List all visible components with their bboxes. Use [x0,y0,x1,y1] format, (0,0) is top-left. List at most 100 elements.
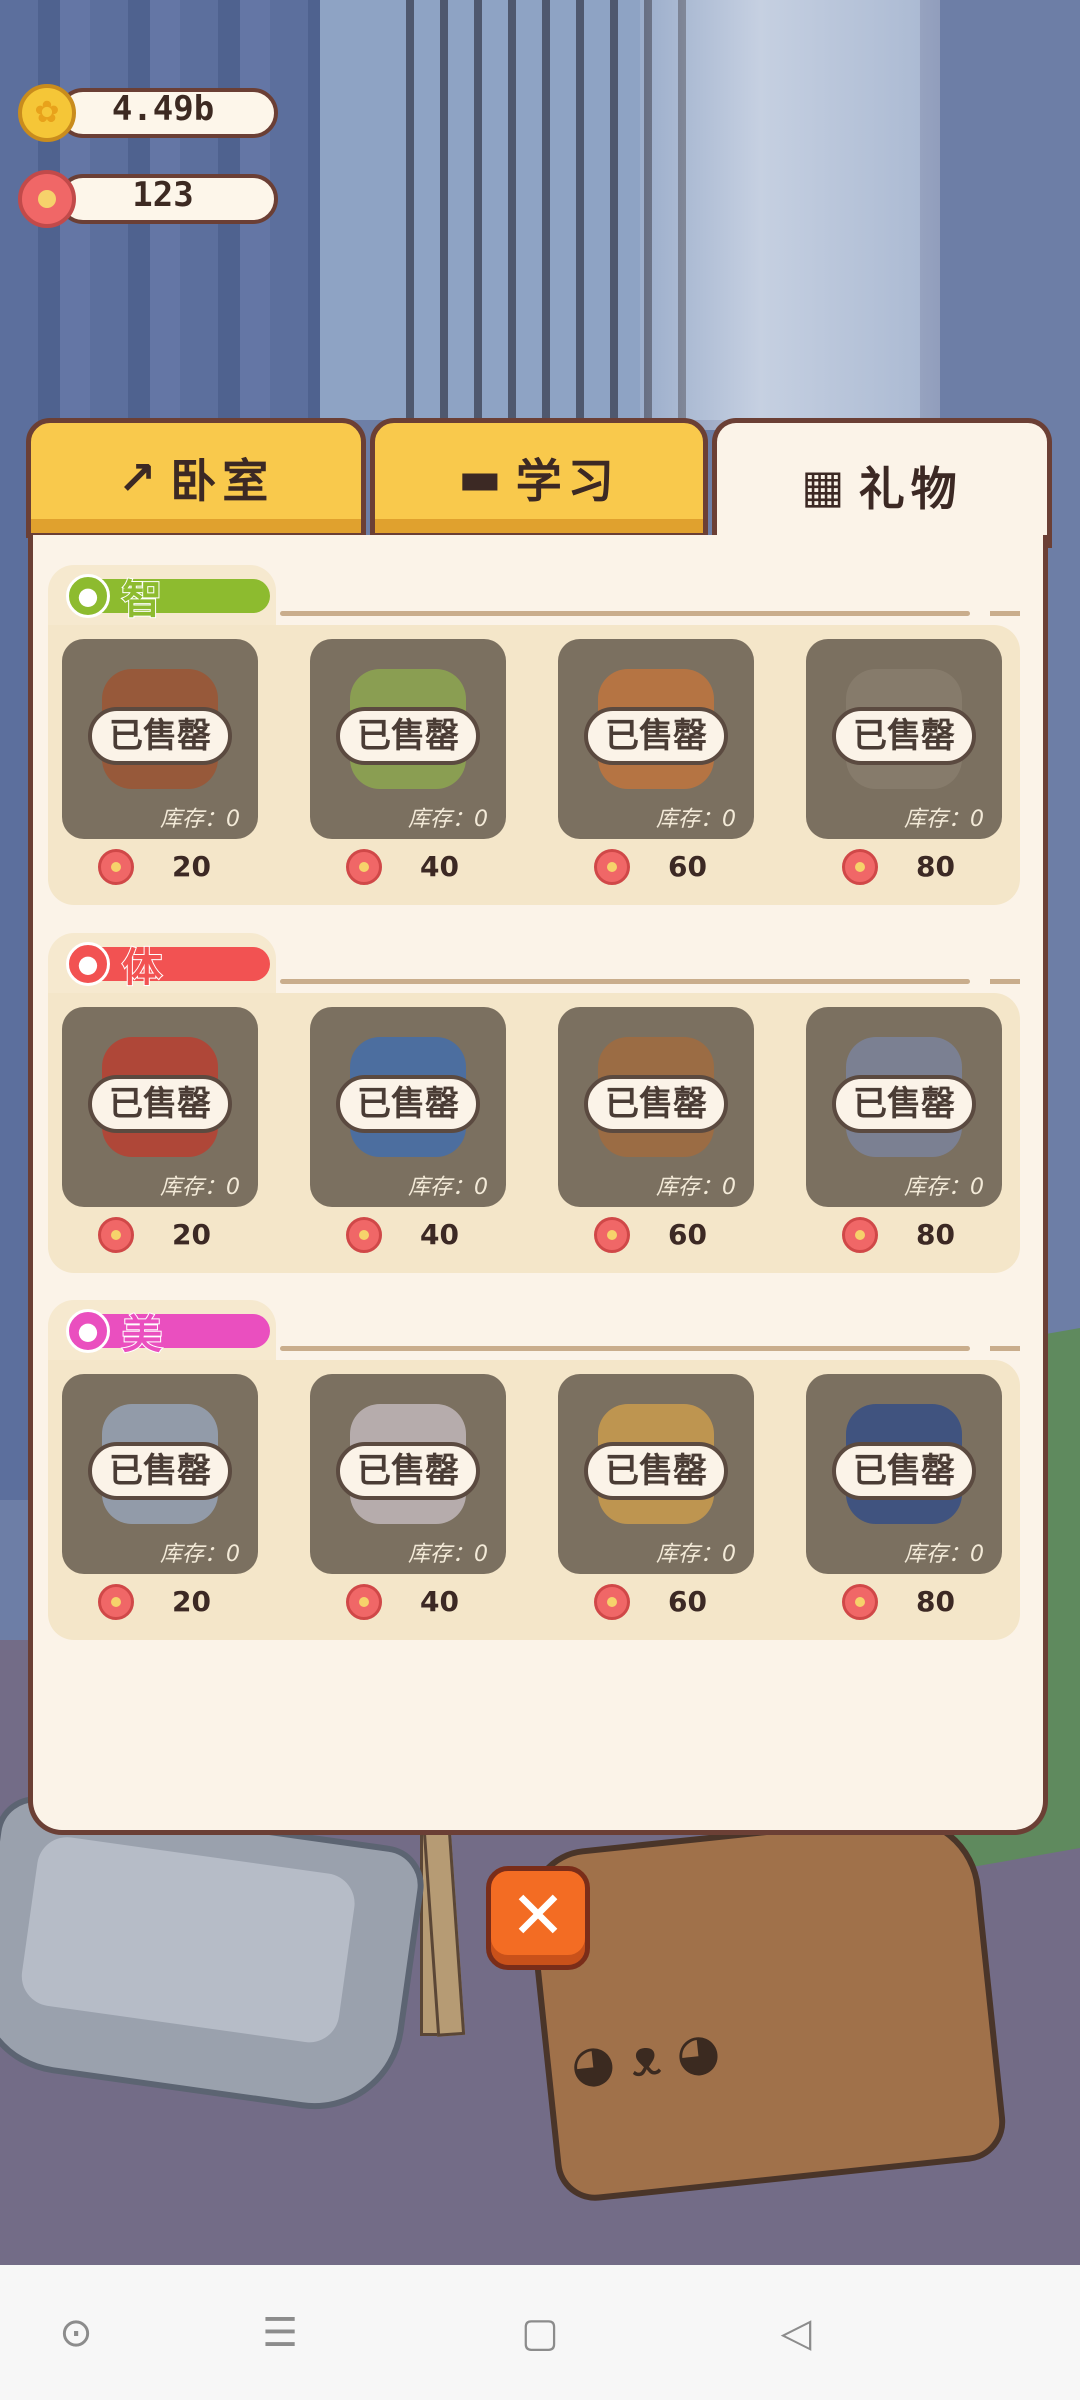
section-header: ● 体 [48,933,276,997]
gift-icon: ▦ [801,458,845,513]
lightbulb-icon: ● [66,574,110,618]
coin-counter: 4.49b ✿ [18,84,278,142]
gift-item-card[interactable]: 已售罄 库存：0 [806,1374,1002,1574]
stock-count: 库存：0 [160,1542,240,1567]
flower-icon [346,849,382,885]
hammer-icon: ↗ [117,451,157,505]
sold-out-badge: 已售罄 [88,707,232,765]
gift-price: 60 [558,847,754,891]
gift-item-card[interactable]: 已售罄 库存：0 [62,1007,258,1207]
coin-amount: 4.49b [111,89,215,129]
stock-count: 库存：0 [160,807,240,832]
gift-item-card[interactable]: 已售罄 库存：0 [558,1374,754,1574]
gift-price: 40 [310,1582,506,1626]
music-note-icon: ● [66,1309,110,1353]
gift-item-card[interactable]: 已售罄 库存：0 [310,639,506,839]
stock-count: 库存：0 [904,1175,984,1200]
back-triangle-icon[interactable]: ◁ [766,2303,826,2363]
gift-price: 80 [806,1582,1002,1626]
price-value: 80 [916,1585,955,1618]
price-value: 20 [172,1218,211,1251]
flower-icon [842,849,878,885]
sold-out-badge: 已售罄 [584,1442,728,1500]
cat-face-icon: ◕ ᴥ ◕ [568,2021,723,2095]
flower-icon [98,849,134,885]
gift-price: 60 [558,1215,754,1259]
sold-out-badge: 已售罄 [832,707,976,765]
close-button[interactable]: ✕ [486,1866,590,1970]
stock-count: 库存：0 [656,1542,736,1567]
stock-count: 库存：0 [656,1175,736,1200]
gift-price: 20 [62,847,258,891]
gift-item-card[interactable]: 已售罄 库存：0 [806,1007,1002,1207]
section-divider [280,1346,1020,1351]
price-value: 40 [420,1218,459,1251]
stock-count: 库存：0 [408,1175,488,1200]
sold-out-badge: 已售罄 [88,1075,232,1133]
section-items: 已售罄 库存：0 20 已售罄 库存：0 40 已售罄 库存：0 60 已售罄 … [48,993,1020,1273]
price-value: 20 [172,1585,211,1618]
flower-icon [98,1217,134,1253]
gift-price: 40 [310,847,506,891]
tab-study[interactable]: ▬ 学习 [370,418,708,538]
flower-icon [98,1584,134,1620]
flower-icon [346,1584,382,1620]
gift-price: 80 [806,1215,1002,1259]
flower-icon [842,1217,878,1253]
tab-gift[interactable]: ▦ 礼物 [712,418,1052,548]
section-banner: ● 体 [66,942,270,992]
price-value: 60 [668,1585,707,1618]
section-title: 体 [121,944,163,992]
flower-amount: 123 [132,175,194,215]
section-banner: ● 美 [66,1309,270,1359]
gift-item-card[interactable]: 已售罄 库存：0 [310,1374,506,1574]
section-items: 已售罄 库存：0 20 已售罄 库存：0 40 已售罄 库存：0 60 已售罄 … [48,1360,1020,1640]
tab-label: 卧室 [170,454,275,508]
section-header: ● 美 [48,1300,276,1364]
section-divider [280,979,1020,984]
gift-item-card[interactable]: 已售罄 库存：0 [558,1007,754,1207]
close-icon: ✕ [510,1877,566,1954]
tab-label: 学习 [515,454,620,508]
gift-price: 60 [558,1582,754,1626]
stock-count: 库存：0 [408,807,488,832]
section-header: ● 智 [48,565,276,629]
gift-item-card[interactable]: 已售罄 库存：0 [310,1007,506,1207]
tab-label: 礼物 [858,461,963,516]
sold-out-badge: 已售罄 [832,1075,976,1133]
gift-item-card[interactable]: 已售罄 库存：0 [806,639,1002,839]
gift-item-card[interactable]: 已售罄 库存：0 [62,639,258,839]
section-title: 美 [121,1311,163,1359]
price-value: 40 [420,1585,459,1618]
gift-price: 80 [806,847,1002,891]
flower-icon [842,1584,878,1620]
sold-out-badge: 已售罄 [584,1075,728,1133]
sheer-curtain [640,0,940,430]
sold-out-badge: 已售罄 [336,707,480,765]
price-value: 20 [172,850,211,883]
section-divider [280,611,1020,616]
menu-icon[interactable]: ☰ [250,2303,310,2363]
flower-icon [594,849,630,885]
price-value: 80 [916,850,955,883]
coin-icon: ✿ [18,84,76,142]
flower-icon [18,170,76,228]
sold-out-badge: 已售罄 [336,1442,480,1500]
gift-price: 20 [62,1582,258,1626]
graduation-cap-icon: ▬ [458,451,502,505]
section-banner: ● 智 [66,574,270,624]
flower-icon [594,1584,630,1620]
flower-icon [346,1217,382,1253]
gift-item-card[interactable]: 已售罄 库存：0 [558,639,754,839]
price-value: 40 [420,850,459,883]
sold-out-badge: 已售罄 [336,1075,480,1133]
bread-cat-bed: ◕ ᴥ ◕ [522,1807,1010,2205]
price-value: 80 [916,1218,955,1251]
home-circle-icon[interactable]: ⊙ [46,2303,106,2363]
tab-bedroom[interactable]: ↗ 卧室 [26,418,366,538]
sold-out-badge: 已售罄 [88,1442,232,1500]
square-icon[interactable]: ▢ [510,2303,570,2363]
gift-item-card[interactable]: 已售罄 库存：0 [62,1374,258,1574]
sold-out-badge: 已售罄 [832,1442,976,1500]
section-items: 已售罄 库存：0 20 已售罄 库存：0 40 已售罄 库存：0 60 已售罄 … [48,625,1020,905]
